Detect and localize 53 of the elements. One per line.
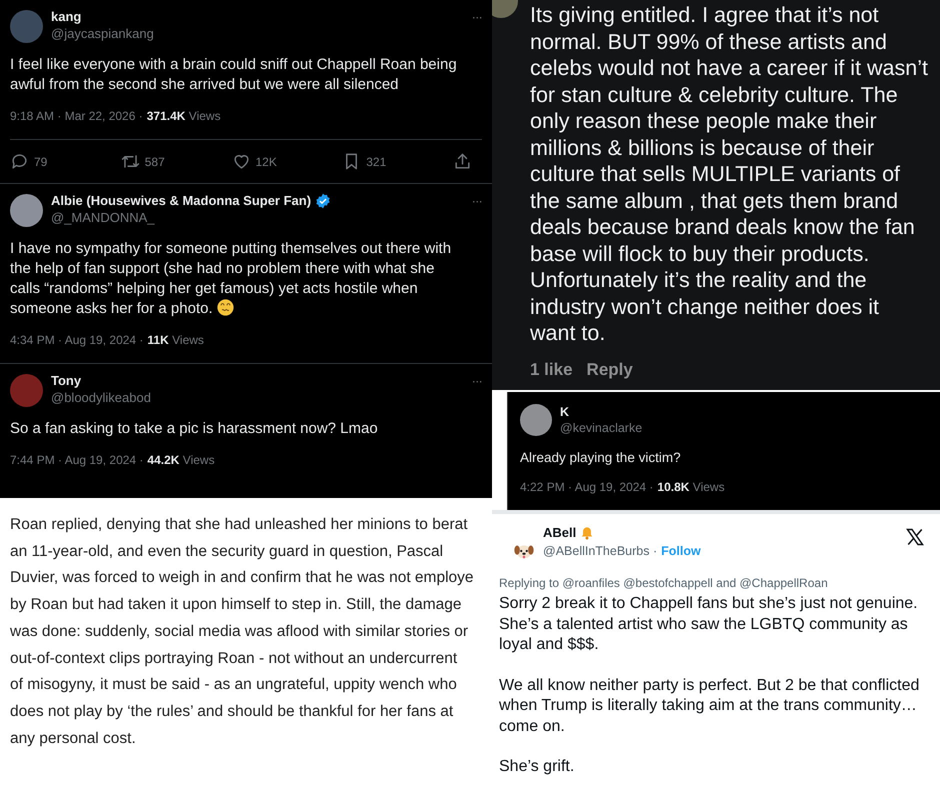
article-text-line: an 11-year-old, and even the security guard in question, Pascal <box>10 542 444 562</box>
tweet-text: I have no sympathy for someone putting themselves out there with the help of fan support (she had no problem there with what she calls “randoms” helping her get famous) yet acts hostile when someone asks her for a photo. <box>10 240 452 317</box>
article-text-line: Roan replied, denying that she had unleashed her minions to berat <box>10 515 469 535</box>
user-handle[interactable]: @ABellInTheBurbs · <box>543 542 658 560</box>
user-handle[interactable]: @jaycaspiankang <box>51 26 154 41</box>
avatar[interactable] <box>520 404 552 436</box>
avatar[interactable] <box>10 194 43 227</box>
tweet-text: Already playing the victim? <box>520 449 682 467</box>
tweet-text: So a fan asking to take a pic is harassment now? Lmao <box>10 420 378 437</box>
article-text-line: any personal cost. <box>10 728 137 749</box>
follow-link[interactable]: Follow <box>661 542 701 560</box>
article-text-line: out-of-context clips portraying Roan - not without an undercurrent <box>10 648 458 669</box>
more-options-icon[interactable]: ··· <box>472 372 482 390</box>
tweet-text: I feel like everyone with a brain could sniff out Chappell Roan being awful from the second she arrived but we were all silenced <box>10 56 457 93</box>
user-name[interactable]: kang <box>51 8 82 25</box>
user-name[interactable]: Tony <box>51 372 82 389</box>
comment-text: Its giving entitled. I agree that it’s not normal. BUT 99% of these artists and celebs would not have a career if it wasn’t for stan culture & celebrity culture. The only reason these people make their millions & billions is because of their culture that sells MULTIPLE variants of the same album , that gets them brand deals because brand deals know the fan base will flock to buy their products. Unfortunately it’s the reality and the industry won’t change neither does it want to. <box>530 2 929 346</box>
tweet-paragraph: She’s grift. <box>499 757 576 777</box>
reply-button[interactable]: Reply <box>586 356 633 382</box>
tweet-paragraph: Sorry 2 break it to Chappell fans but she’s just not genuine. She’s a talented artist who saw the LGBTQ community as loyal and $$$. <box>499 594 919 655</box>
article-text-line: Duvier, was forced to weigh in and confirm that he was not employe <box>10 568 475 588</box>
more-options-icon[interactable]: ··· <box>472 192 482 210</box>
user-name[interactable]: K <box>560 404 642 420</box>
bell-icon <box>580 526 594 540</box>
user-handle[interactable]: @bloodylikeabod <box>51 390 151 405</box>
view-count: 371.4K Views <box>146 108 221 125</box>
user-name[interactable]: Albie (Housewives & Madonna Super Fan) <box>51 192 312 209</box>
tweet-timestamp[interactable]: 7:44 PM · Aug 19, 2024 · <box>10 451 144 469</box>
like-count: 1 like <box>530 358 573 380</box>
user-handle[interactable]: @kevinaclarke <box>560 420 642 436</box>
tweet-timestamp[interactable]: 9:18 AM · Mar 22, 2026 · <box>10 107 143 125</box>
tweet-timestamp[interactable]: 4:22 PM · Aug 19, 2024 · <box>520 478 654 496</box>
action-count: 587 <box>144 154 165 170</box>
article-text-line: by Roan but had taken it upon himself to step in. Still, the damage <box>10 595 462 616</box>
replying-to-text: Replying to @roanfiles @bestofchappell and @ChappellRoan <box>499 575 829 592</box>
article-text-line: does not play by ‘the rules’ and should be thankful for her fans at <box>10 702 454 722</box>
x-logo-icon[interactable] <box>905 528 925 546</box>
article-text-line: was done: suddenly, social media was aflood with similar stories or <box>10 622 470 642</box>
view-count: 11K Views <box>147 332 204 349</box>
view-count: 10.8K Views <box>657 479 725 496</box>
share-icon[interactable] <box>453 152 472 171</box>
view-count: 44.2K Views <box>147 452 215 469</box>
more-options-icon[interactable]: ··· <box>472 8 482 26</box>
user-handle[interactable]: @_MANDONNA_ <box>51 210 154 225</box>
article-text-line: of misogyny, it must be said - as an ungrateful, uppity wench who <box>10 675 458 696</box>
tweet-paragraph: We all know neither party is perfect. But 2 be that conflicted when Trump is literally taking aim at the trans community… come on. <box>499 676 920 736</box>
action-count: 12K <box>256 154 277 170</box>
heart-icon[interactable] <box>232 152 250 171</box>
user-name[interactable]: ABell <box>543 524 576 542</box>
tweet-timestamp[interactable]: 4:34 PM · Aug 19, 2024 · <box>10 331 144 349</box>
speech-bubble-icon[interactable] <box>10 152 29 171</box>
action-count: 79 <box>34 154 48 170</box>
action-count: 321 <box>366 154 386 170</box>
